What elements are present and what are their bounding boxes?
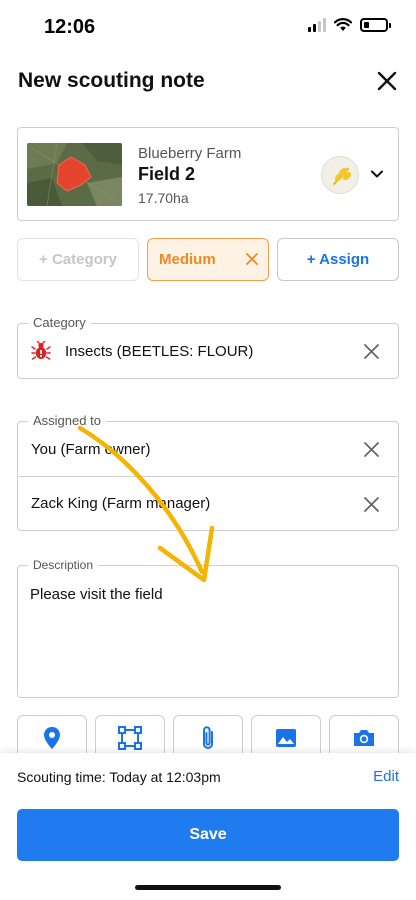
priority-chip[interactable]: Medium [147, 238, 269, 281]
attachment-toolbar [17, 715, 399, 759]
status-time: 12:06 [44, 16, 96, 38]
chevron-down-icon[interactable] [369, 166, 385, 182]
description-field[interactable]: Description Please visit the field [17, 557, 399, 698]
priority-label: Medium [159, 251, 216, 268]
assignee-row[interactable]: You (Farm owner) [18, 422, 398, 476]
field-area: 17.70ha [138, 190, 189, 206]
page-title: New scouting note [18, 69, 205, 92]
remove-assignee-icon[interactable] [363, 441, 380, 458]
category-row[interactable]: Insects (BEETLES: FLOUR) [18, 324, 398, 378]
save-button[interactable]: Save [17, 809, 399, 861]
category-value: Insects (BEETLES: FLOUR) [65, 342, 254, 360]
assigned-section: Assigned to You (Farm owner) Zack King (… [17, 413, 399, 531]
draw-area-icon [118, 725, 142, 750]
camera-icon [354, 729, 374, 746]
insect-icon [31, 341, 51, 360]
status-icons [308, 18, 391, 32]
description-legend: Description [28, 557, 99, 573]
battery-icon [360, 18, 391, 32]
farm-name: Blueberry Farm [138, 145, 242, 162]
field-selector-card[interactable]: Blueberry Farm Field 2 17.70ha [17, 127, 399, 221]
add-category-chip[interactable]: + Category [17, 238, 139, 281]
description-text[interactable]: Please visit the field [30, 586, 163, 603]
paperclip-icon [203, 725, 213, 749]
map-pin-icon [44, 726, 60, 749]
field-name: Field 2 [138, 164, 196, 184]
remove-category-icon[interactable] [363, 343, 380, 360]
home-indicator [135, 885, 281, 890]
category-section: Category Insects (BEETLES: FLOUR) [17, 315, 399, 379]
bottom-panel: Scouting time: Today at 12:03pm Edit Sav… [0, 753, 416, 900]
close-icon[interactable] [372, 66, 402, 96]
assignee-row[interactable]: Zack King (Farm manager) [18, 476, 398, 530]
edit-scouting-time-link[interactable]: Edit [373, 768, 399, 785]
scouting-time: Scouting time: Today at 12:03pm [17, 769, 221, 785]
wifi-icon [334, 18, 352, 31]
field-map-thumbnail [27, 143, 122, 206]
assignee-name: Zack King (Farm manager) [31, 495, 211, 512]
image-icon [276, 728, 296, 747]
crop-icon [321, 156, 359, 194]
cellular-signal-icon [308, 18, 326, 32]
header: New scouting note [18, 64, 402, 100]
assignee-name: You (Farm owner) [31, 440, 151, 458]
remove-assignee-icon[interactable] [363, 496, 380, 513]
status-bar: 12:06 [0, 0, 416, 56]
assign-button[interactable]: + Assign [277, 238, 399, 281]
remove-priority-icon[interactable] [244, 251, 260, 267]
